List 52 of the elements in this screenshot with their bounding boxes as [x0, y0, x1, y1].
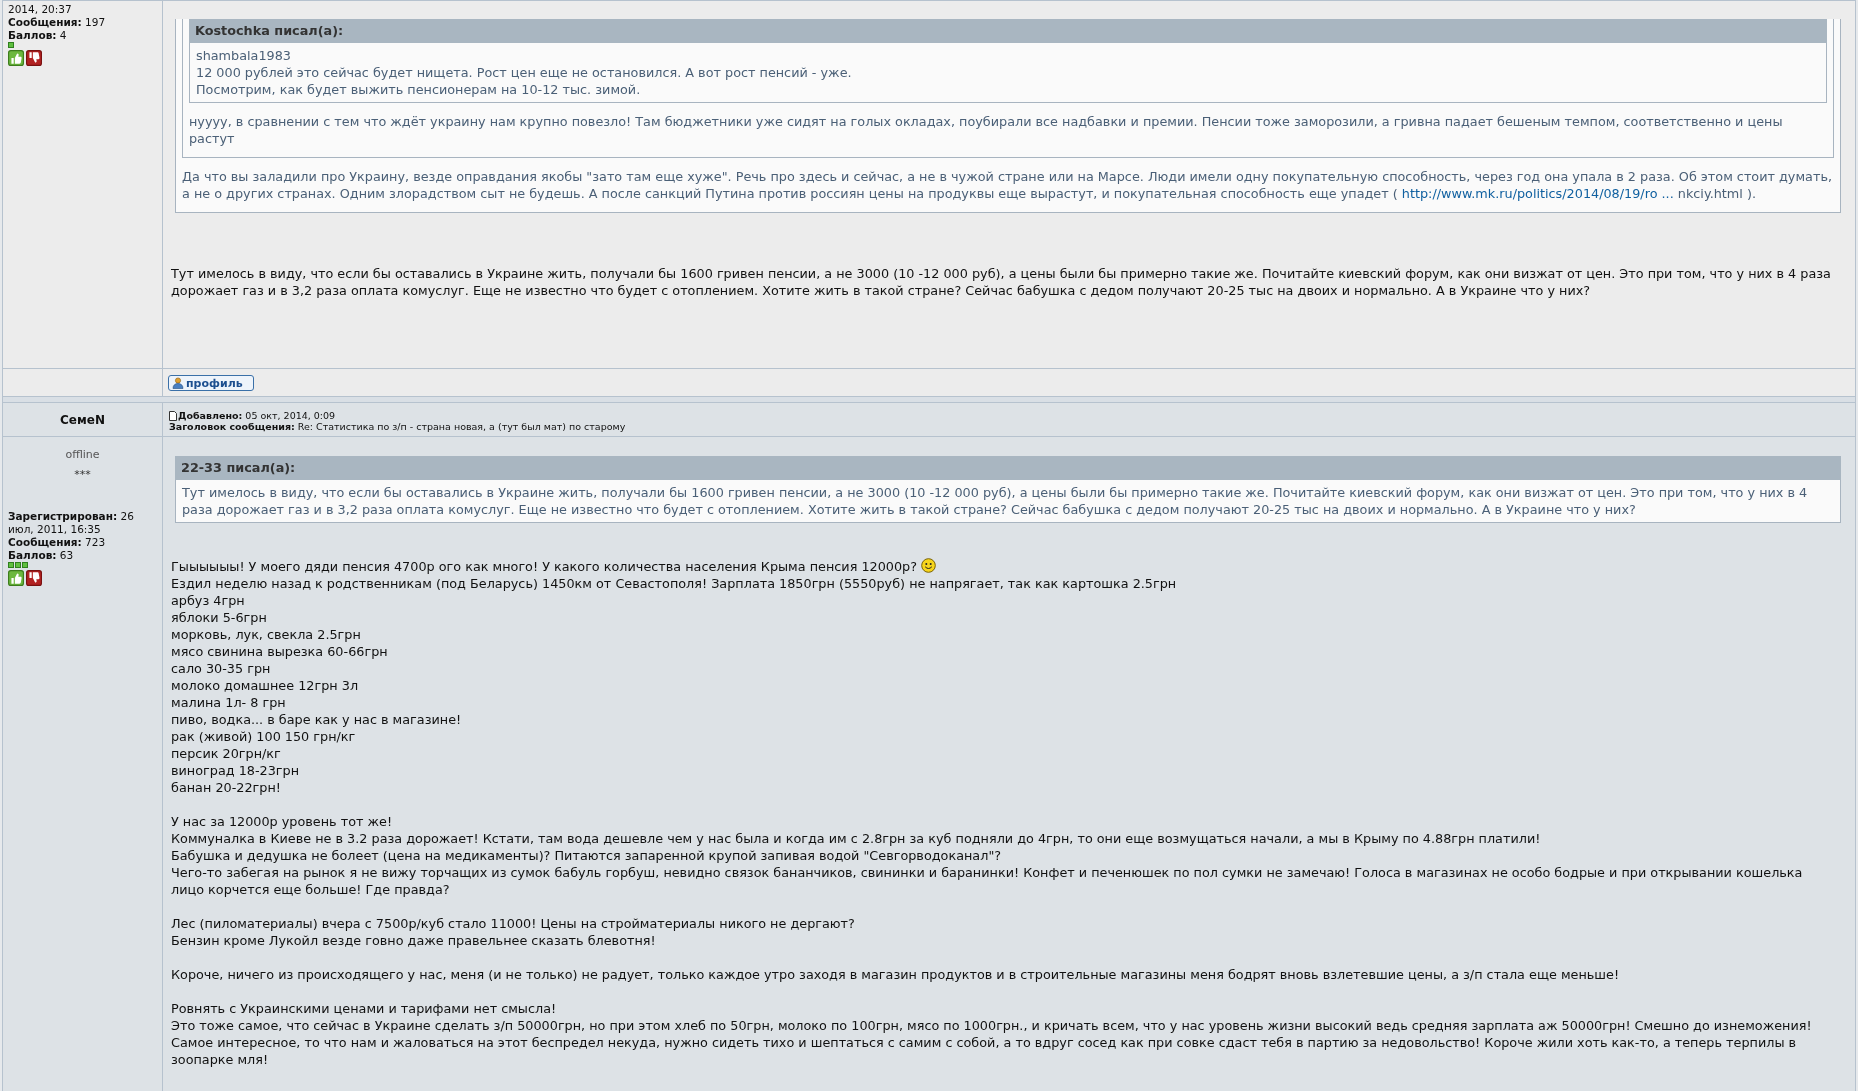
thumbs-up-icon[interactable]	[8, 50, 24, 66]
thumbs-up-icon[interactable]	[8, 570, 24, 586]
author-info: Баллов: 4	[8, 29, 68, 42]
quote-text: Да что вы заладили про Украину, везде оправдания якобы "зато там еще хуже". Речь про здесь и сейчас, а не в чужой стране или на Марсе. Люди имели одну покупательную способность, через год она упала в 2 раза. Об этом стоит думать, а не о других странах. Одним злорадством сыт не будешь. А после санкций Путина против россиян цены на продуквы еще вырастут, и покупательная способность еще упадет ( http://www.mk.ru/politics/2014/08/19/ro ... nkciy.html ).	[182, 168, 1833, 202]
post-text: мясо свинина вырезка 60-66грн	[171, 643, 389, 660]
author-info: Сообщения: 723	[8, 536, 107, 549]
quote-text: Посмотрим, как будет выжить пенсионерам на 10-12 тыс. зимой.	[196, 81, 642, 98]
thumbs-down-icon[interactable]	[26, 50, 42, 66]
post-text: Чего-то забегая на рынок я не вижу торчащих из сумок бабуль горбуш, невидно связок бананчиков, свининки и баранинки! Конфет и печенюшек по пол сумки не замечаю! Голоса в магазинах не особо бодрые и при открывании кошелька лицо корчется еще больше! Где правда?	[171, 864, 1804, 898]
document-icon	[169, 410, 177, 421]
online-status: offline	[64, 447, 101, 463]
post-text: сало 30-35 грн	[171, 660, 272, 677]
rank-stars: ***	[73, 466, 92, 483]
post-text: персик 20грн/кг	[171, 745, 282, 762]
post-text: У нас за 12000р уровень тот же!	[171, 813, 394, 830]
post-text: морковь, лук, свекла 2.5грн	[171, 626, 362, 643]
post-text: Лес (пиломатериалы) вчера с 7500р/куб стало 11000! Цены на стройматериалы никого не дергают?	[171, 915, 856, 932]
quote-header: Kostochka писал(а):	[189, 19, 1827, 43]
link[interactable]: http://www.mk.ru/politics/2014/08/19/ro ...	[1401, 186, 1674, 201]
post-text: Коммуналка в Киеве не в 3.2 раза дорожает! Кстати, там вода дешевле чем у нас была и когда им с 2.8грн за куб подняли до 4грн, то они еще возмущаться начали, а мы в Крыму по 4.88грн платили!	[171, 830, 1542, 847]
user-icon	[172, 377, 184, 389]
author-info: Зарегистрирован: 26 июл, 2011, 16:35	[8, 510, 135, 536]
post-text: Самое интересное, то что нам и жаловаться на этот беспредел некуда, нужно сидеть тихо и шептаться с самим с собой, а то вдруг сосед как при совке сдаст тебя в партию за недовольство! Короче жили хоть как-то, а теперь терпилы в зоопарке мля!	[171, 1034, 1798, 1068]
post-text: пиво, водка... в баре как у нас в магазине!	[171, 711, 463, 728]
post-text: малина 1л- 8 грн	[171, 694, 287, 711]
post-text: яблоки 5-6грн	[171, 609, 268, 626]
author-info: Сообщения: 197	[8, 16, 107, 29]
post-text: арбуз 4грн	[171, 592, 246, 609]
profile-button[interactable]: профиль	[168, 375, 254, 391]
post-meta: Заголовок сообщения: Re: Статистика по з/п - страна новая, а (тут был мат) по старому	[169, 421, 626, 432]
post-text: Бабушка и дедушка не болеет (цена на медикаменты)? Питаются запаренной крупой запивая водой "Севгорводоканал"?	[171, 847, 1003, 864]
post-text: рак (живой) 100 150 грн/кг	[171, 728, 357, 745]
author-info: 2014, 20:37	[8, 3, 73, 16]
post-text: Гыыыыыы! У моего дяди пенсия 4700р ого как много! У какого количества населения Крыма пенсия 12000р?	[171, 558, 1837, 575]
quote-text: shambala1983	[196, 47, 292, 64]
post-text: Ездил неделю назад к родственникам (под Беларусь) 1450км от Севастополя! Зарплата 1850грн (5550руб) не напрягает, так как картошка 2.5грн	[171, 575, 1178, 592]
author-name: СемеN	[60, 411, 105, 429]
post-text: Короче, ничего из происходящего у нас, меня (и не только) не радует, только каждое утро заходя в магазин продуктов и в строительные магазины меня бодрят вновь взлетевшие цены, а з/п стала еще меньше!	[171, 966, 1621, 983]
post-text: Тут имелось в виду, что если бы оставались в Украине жить, получали бы 1600 гривен пенсии, а не 3000 (10 -12 000 руб), а цены были бы примерно такие же. Почитайте киевский форум, как они визжат от цен. Это при том, что у них в 4 раза дорожает газ и в 3,2 раза оплата комуслуг. Еще не известно что будет с отоплением. Хотите жить в такой стране? Сейчас бабушка с дедом получают 20-25 тыс на двоих и нормально. А в Украине что у них?	[171, 265, 1832, 299]
post-text: Это тоже самое, что сейчас в Украине сделать з/п 50000грн, но при этом хлеб по 50грн, молоко по 100грн, мясо по 1000грн., и кричать всем, что у нас уровень жизни высокий ведь средняя зарплата аж 50000грн! Смешно до изнеможения!	[171, 1017, 1813, 1034]
author-info: Баллов: 63	[8, 549, 75, 562]
post-text: Бензин кроме Лукойл везде говно даже правельнее сказать блевотня!	[171, 932, 657, 949]
post-meta: Добавлено: 05 окт, 2014, 0:09	[178, 410, 336, 421]
post-text: Ровнять с Украинскими ценами и тарифами нет смысла!	[171, 1000, 558, 1017]
quote-text: нуууу, в сравнении с тем что ждёт украину нам крупно повезло! Там бюджетники уже сидят на голых окладах, поубирали все надбавки и премии. Пенсии тоже заморозили, а гривна падает бешеным темпом, соответственно и цены растут	[189, 113, 1784, 147]
quote-text: 12 000 рублей это сейчас будет нищета. Рост цен еще не остановился. А вот рост пенсий - уже.	[196, 64, 853, 81]
post-text: виноград 18-23грн	[171, 762, 301, 779]
post-text: банан 20-22грн!	[171, 779, 282, 796]
post-text: молоко домашнее 12грн 3л	[171, 677, 360, 694]
quote-text: Тут имелось в виду, что если бы оставались в Украине жить, получали бы 1600 гривен пенсии, а не 3000 (10 -12 000 руб), а цены были бы примерно такие же. Почитайте киевский форум, как они визжат от цен. Это при том, что у них в 4 раза дорожает газ и в 3,2 раза оплата комуслуг. Еще не известно что будет с отоплением. Хотите жить в такой стране? Сейчас бабушка с дедом получают 20-25 тыс на двоих и нормально. А в Украине что у них?	[182, 484, 1809, 518]
quote-header: 22-33 писал(а):	[175, 456, 1841, 480]
thumbs-down-icon[interactable]	[26, 570, 42, 586]
